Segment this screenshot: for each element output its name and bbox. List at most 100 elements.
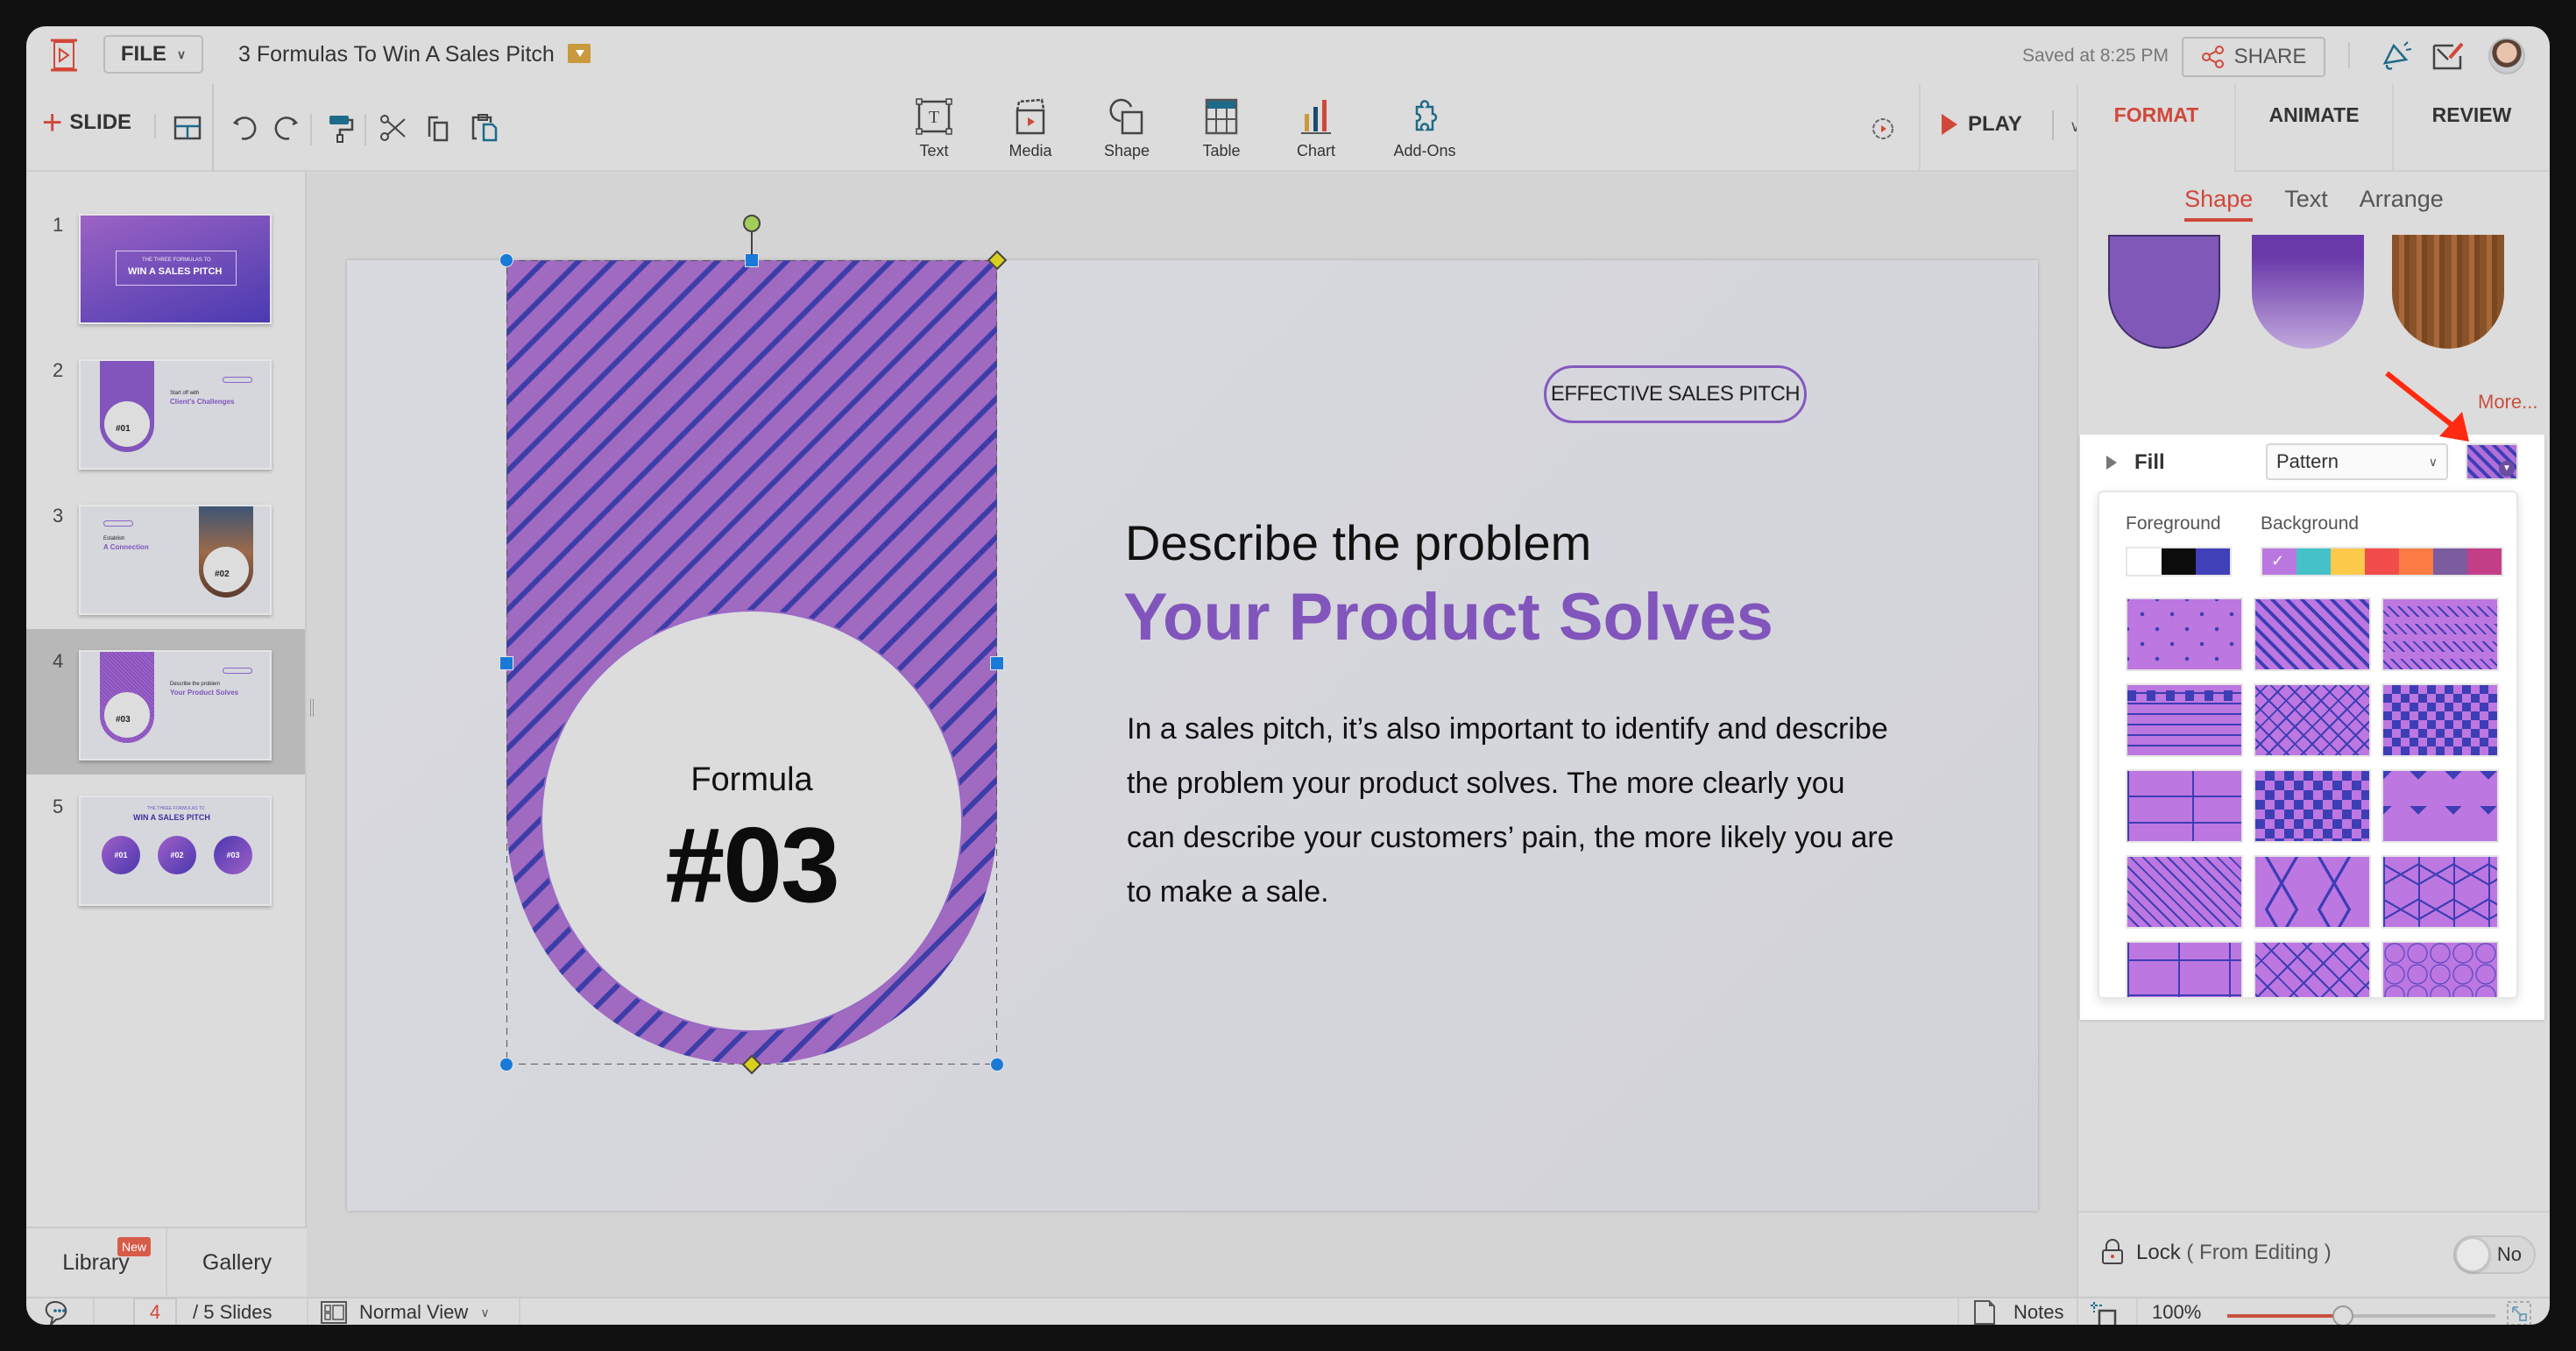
background-color-swatch[interactable] xyxy=(2296,548,2331,575)
foreground-color-swatch[interactable] xyxy=(2127,548,2162,575)
pattern-option-dashed-diagonal[interactable] xyxy=(2381,598,2499,671)
pattern-option-dots[interactable] xyxy=(2126,598,2243,671)
panel-resize-handle[interactable] xyxy=(310,699,314,717)
pattern-option-cubes[interactable] xyxy=(2381,855,2499,929)
slide-subheading[interactable]: Describe the problem xyxy=(1125,514,1591,571)
insert-media-button[interactable]: Media xyxy=(987,96,1074,160)
slide-thumbnail-row[interactable]: 2 #01 Start off with Client's Challenges xyxy=(26,338,305,484)
background-color-swatch[interactable]: ✓ xyxy=(2262,548,2296,575)
pattern-option-nested-diamonds[interactable] xyxy=(2254,941,2371,997)
fit-to-slide-icon[interactable] xyxy=(2091,1300,2119,1325)
slide-thumbnail[interactable]: #01 Start off with Client's Challenges xyxy=(79,359,272,470)
pattern-option-diamonds[interactable] xyxy=(2381,683,2499,757)
background-color-swatch[interactable] xyxy=(2331,548,2365,575)
pattern-option-checkerboard[interactable] xyxy=(2254,769,2371,843)
resize-handle-top[interactable] xyxy=(745,253,759,267)
undo-icon[interactable] xyxy=(230,112,261,144)
style-preset-gradient[interactable] xyxy=(2252,235,2364,349)
format-painter-icon[interactable] xyxy=(324,112,356,144)
more-styles-link[interactable]: More... xyxy=(2478,391,2537,414)
slide[interactable]: Formula #03 EFFECTIVE SALES PITCH Descri… xyxy=(347,215,2038,1211)
slide-heading[interactable]: Your Product Solves xyxy=(1123,579,1773,655)
resize-handle-bottom-left[interactable] xyxy=(499,1057,513,1072)
pattern-option-pentagons[interactable] xyxy=(2254,855,2371,929)
notes-button[interactable]: Notes xyxy=(1973,1298,2063,1325)
library-button[interactable]: Library New xyxy=(26,1228,167,1297)
formula-number[interactable]: #03 xyxy=(506,803,997,926)
resize-handle-top-left[interactable] xyxy=(499,253,513,267)
divider xyxy=(519,1298,520,1325)
cut-scissors-icon[interactable] xyxy=(377,112,408,144)
zoom-slider[interactable] xyxy=(2227,1305,2495,1325)
tab-format[interactable]: FORMAT xyxy=(2077,84,2234,172)
show-logo-icon[interactable] xyxy=(49,39,79,72)
layout-icon[interactable] xyxy=(172,112,203,144)
insert-chart-button[interactable]: Chart xyxy=(1272,96,1360,160)
resize-handle-left[interactable] xyxy=(499,656,513,670)
slide-body-text[interactable]: In a sales pitch, it’s also important to… xyxy=(1127,702,1898,919)
slide-thumbnail[interactable]: #02 Establish A Connection xyxy=(79,505,272,615)
pattern-option-hexagons[interactable] xyxy=(2381,941,2499,997)
pattern-option-diagonal-cross[interactable] xyxy=(2254,683,2371,757)
insert-shape-button[interactable]: Shape xyxy=(1083,96,1171,160)
tab-animate[interactable]: ANIMATE xyxy=(2234,84,2392,172)
slide-thumbnail-row[interactable]: 3 #02 Establish A Connection xyxy=(26,484,305,629)
slide-thumbnail-row-active[interactable]: 4 #03 Describe the problem Your Product … xyxy=(26,629,305,775)
slide-thumbnail[interactable]: THE THREE FORMULAS TO WIN A SALES PITCH … xyxy=(79,796,272,906)
paste-icon[interactable] xyxy=(470,112,501,144)
fill-header[interactable]: Fill xyxy=(2106,450,2165,475)
feedback-icon[interactable] xyxy=(2431,39,2466,74)
insert-text-button[interactable]: T Text xyxy=(890,96,978,160)
folder-icon[interactable] xyxy=(568,44,591,63)
gallery-button[interactable]: Gallery xyxy=(167,1228,307,1297)
background-color-swatch[interactable] xyxy=(2399,548,2433,575)
lock-toggle[interactable]: No xyxy=(2453,1235,2536,1274)
insert-table-button[interactable]: Table xyxy=(1178,96,1265,160)
zoom-slider-knob[interactable] xyxy=(2332,1305,2353,1325)
document-title[interactable]: 3 Formulas To Win A Sales Pitch xyxy=(238,42,555,67)
play-button[interactable]: PLAY xyxy=(1942,112,2022,137)
user-avatar[interactable] xyxy=(2488,38,2525,74)
background-color-swatch[interactable] xyxy=(2433,548,2467,575)
resize-handle-right[interactable] xyxy=(990,656,1004,670)
copy-icon[interactable] xyxy=(422,112,454,144)
resize-handle-bottom-right[interactable] xyxy=(990,1057,1004,1072)
slide-thumbnail[interactable]: THE THREE FORMULAS TO WIN A SALES PITCH xyxy=(79,214,272,324)
share-button[interactable]: SHARE xyxy=(2182,37,2325,77)
add-ons-button[interactable]: Add-Ons xyxy=(1381,96,1468,160)
selected-shape[interactable]: Formula #03 xyxy=(506,260,997,1065)
pattern-option-diagonal-blocks[interactable] xyxy=(2126,855,2243,929)
fullscreen-exit-icon[interactable] xyxy=(2506,1300,2532,1325)
foreground-color-swatch[interactable] xyxy=(2162,548,2196,575)
subtab-arrange[interactable]: Arrange xyxy=(2360,186,2444,222)
slide-tag-pill[interactable]: EFFECTIVE SALES PITCH xyxy=(1544,365,1807,423)
chat-icon[interactable] xyxy=(44,1297,75,1325)
play-settings-icon[interactable] xyxy=(1870,116,1896,142)
pattern-option-interlocking[interactable] xyxy=(2126,941,2243,997)
format-panel: Shape Text Arrange More... Fill Pattern … xyxy=(2077,172,2550,1297)
pattern-option-bricks[interactable] xyxy=(2126,769,2243,843)
slide-thumbnail-row[interactable]: 1 THE THREE FORMULAS TO WIN A SALES PITC… xyxy=(26,193,305,338)
rotate-handle[interactable] xyxy=(743,215,761,232)
pattern-option-dashed-horizontal[interactable] xyxy=(2126,683,2243,757)
style-preset-solid[interactable] xyxy=(2108,235,2220,349)
subtab-text[interactable]: Text xyxy=(2284,186,2328,222)
add-slide-button[interactable]: + SLIDE xyxy=(42,105,131,140)
background-color-swatch[interactable] xyxy=(2467,548,2502,575)
subtab-shape[interactable]: Shape xyxy=(2184,186,2254,222)
slide-thumbnail[interactable]: #03 Describe the problem Your Product So… xyxy=(79,650,272,760)
file-menu-button[interactable]: FILE ∨ xyxy=(103,35,203,74)
redo-icon[interactable] xyxy=(270,112,301,144)
formula-label[interactable]: Formula xyxy=(506,761,997,799)
view-mode-dropdown[interactable]: Normal View ∨ xyxy=(321,1298,490,1325)
editor-canvas[interactable]: Formula #03 EFFECTIVE SALES PITCH Descri… xyxy=(307,172,2077,1297)
announcement-megaphone-icon[interactable] xyxy=(2380,39,2415,74)
background-color-swatch[interactable] xyxy=(2365,548,2399,575)
current-page-input[interactable] xyxy=(133,1298,177,1325)
tab-review[interactable]: REVIEW xyxy=(2392,84,2550,172)
foreground-color-swatch[interactable] xyxy=(2196,548,2230,575)
pattern-option-zigzag[interactable] xyxy=(2381,769,2499,843)
pattern-option-wide-diagonal[interactable] xyxy=(2254,598,2371,671)
style-preset-wood[interactable] xyxy=(2392,235,2504,349)
slide-thumbnail-row[interactable]: 5 THE THREE FORMULAS TO WIN A SALES PITC… xyxy=(26,775,305,920)
